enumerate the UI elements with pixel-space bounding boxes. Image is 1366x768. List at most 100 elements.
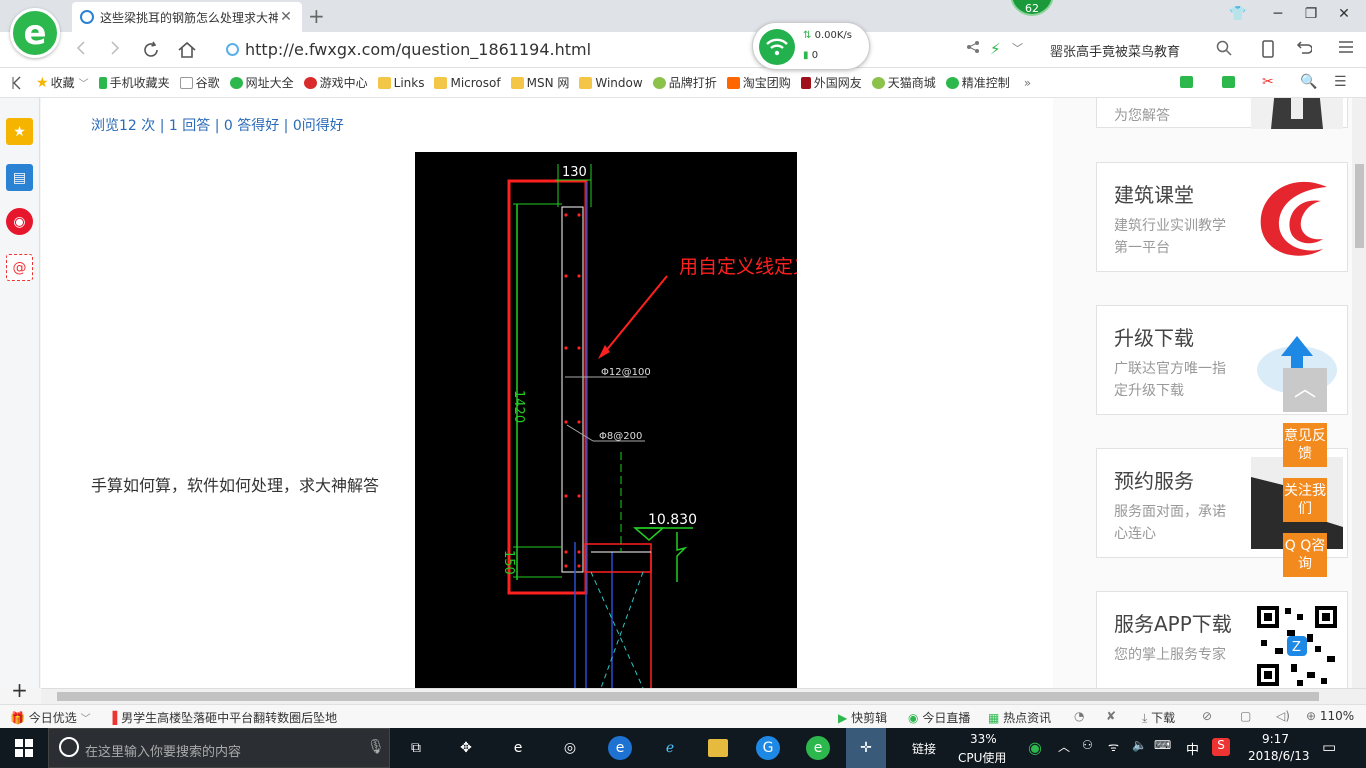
live-icon: ◉ [908, 711, 919, 725]
site-favicon-icon [80, 10, 94, 24]
cyclone-app-icon[interactable]: ◎ [558, 736, 582, 760]
signal-icon[interactable]: ᯤ [1108, 738, 1119, 755]
glodon-app-icon[interactable]: G [756, 736, 780, 760]
live[interactable]: ◉ 今日直播 [908, 709, 970, 726]
bookmark-microsoft[interactable]: Microsof [434, 76, 501, 90]
download-button[interactable]: ⤓ 下载 [1142, 709, 1175, 726]
undo-icon[interactable] [1294, 40, 1313, 60]
phone-icon[interactable] [1262, 40, 1274, 62]
close-window-button[interactable]: ✕ [1332, 6, 1356, 22]
ad-card-classroom[interactable]: 建筑课堂 建筑行业实训教学第一平台 [1096, 162, 1348, 272]
clock-date[interactable]: 2018/6/13 [1248, 749, 1310, 763]
network-icon[interactable]: ⚇ [1082, 738, 1093, 752]
url-field[interactable]: http://e.fwxgx.com/question_1861194.html [226, 40, 591, 59]
bookmark-taobao[interactable]: 淘宝团购 [726, 74, 791, 91]
link-label[interactable]: 链接 [912, 740, 936, 757]
bookmark-links[interactable]: Links [377, 76, 424, 90]
chevron-up-icon[interactable]: ︿ [1058, 738, 1070, 755]
bookmark-brand[interactable]: 品牌打折 [652, 74, 717, 91]
bookmark-games[interactable]: 游戏中心 [303, 74, 368, 91]
news-ticker[interactable]: ▐ 男学生高楼坠落砸中平台翻转数圈后坠地 [108, 709, 337, 726]
bookmark-toggle-icon[interactable] [12, 76, 22, 90]
bookmark-msn[interactable]: MSN 网 [510, 74, 569, 91]
horizontal-scroll-thumb[interactable] [57, 692, 1319, 701]
start-windows-icon[interactable] [12, 736, 36, 760]
bookmarks-more[interactable]: » [1024, 76, 1031, 90]
taskbar-search-input[interactable]: 在这里输入你要搜索的内容 🎙 [48, 728, 390, 768]
task-view-icon[interactable]: ⧉ [404, 736, 428, 760]
today-picks[interactable]: 🎁 今日优选 ﹀ [10, 709, 91, 726]
ad-card-help[interactable]: 为您解答 [1096, 98, 1348, 129]
browser-360-icon[interactable]: e [806, 736, 830, 760]
pinwheel-app-icon[interactable]: ✥ [454, 736, 478, 760]
new-tab-button[interactable]: + [308, 4, 325, 28]
magnifier-icon[interactable]: 🔍 [1300, 74, 1317, 90]
bookmark-windows[interactable]: Window [579, 76, 643, 90]
browser-e-icon[interactable]: e [506, 736, 530, 760]
share-icon[interactable] [966, 40, 980, 58]
back-button[interactable] [70, 40, 92, 61]
bookmark-foreign[interactable]: 外国网友 [800, 74, 862, 91]
qq-consult-button[interactable]: Q Q咨询 [1283, 533, 1327, 577]
tab-question[interactable]: 这些梁挑耳的钢筋怎么处理求大神 ✕ [72, 2, 302, 32]
ie-icon[interactable]: ℯ [658, 736, 682, 760]
grid-menu-icon[interactable]: ☰ [1334, 74, 1347, 90]
ime-indicator[interactable]: 中 [1186, 739, 1199, 758]
bookmark-tmall[interactable]: 天猫商城 [871, 74, 936, 91]
feedback-button[interactable]: 意见反馈 [1283, 423, 1327, 467]
clean-icon[interactable]: ⊘ [1202, 709, 1212, 723]
search-icon[interactable] [1216, 40, 1232, 60]
speaker-icon[interactable]: 🔈 [1132, 738, 1147, 752]
notification-badge[interactable]: 62 [1010, 0, 1054, 16]
bookmark-nav[interactable]: 网址大全 [229, 74, 294, 91]
vertical-scrollbar[interactable] [1352, 98, 1366, 688]
ad-card-app[interactable]: 服务APP下载 您的掌上服务专家 Z [1096, 591, 1348, 688]
weibo-icon[interactable]: ◉ [6, 208, 33, 235]
keyboard-icon[interactable]: ⌨ [1154, 738, 1171, 752]
reader-icon[interactable]: ▤ [6, 164, 33, 191]
zoom-level[interactable]: ⊕ 110% [1306, 709, 1354, 723]
email-icon[interactable]: @ [6, 254, 33, 281]
shield-icon[interactable] [1180, 76, 1196, 88]
horizontal-scrollbar[interactable] [41, 688, 1366, 704]
wifi-tray-icon[interactable]: ◉ [1028, 738, 1042, 757]
speed-icon[interactable]: ◔ [1074, 709, 1084, 723]
edge-icon[interactable]: e [608, 736, 632, 760]
restore-button[interactable]: ❐ [1299, 6, 1323, 22]
notification-center-icon[interactable]: ▭ [1322, 738, 1336, 756]
follow-button[interactable]: 关注我们 [1283, 478, 1327, 522]
browser-logo-icon[interactable]: e [10, 8, 60, 58]
wifi-widget[interactable]: ⇅ 0.00K/s ▮ 0 [752, 22, 870, 70]
lightning-icon[interactable]: ⚡ [990, 40, 1001, 58]
bookmark-mobile[interactable]: 手机收藏夹 [98, 74, 170, 91]
quick-edit[interactable]: ▶ 快剪辑 [838, 709, 887, 726]
volume-icon[interactable]: ◁) [1276, 709, 1290, 723]
vertical-scroll-thumb[interactable] [1355, 164, 1364, 248]
bookmark-favorites[interactable]: ★ 收藏 ﹀ [36, 74, 89, 91]
file-explorer-icon[interactable] [708, 739, 728, 757]
skin-icon[interactable]: 👕 [1226, 6, 1250, 22]
chevron-down-icon[interactable]: ﹀ [1012, 40, 1023, 56]
tools-icon[interactable]: ✘ [1106, 709, 1116, 723]
question-stats[interactable]: 浏览12 次 | 1 回答 | 0 答得好 | 0问得好 [91, 115, 344, 135]
minimize-button[interactable]: ─ [1266, 6, 1290, 22]
refresh-button[interactable] [140, 40, 162, 65]
translate-icon[interactable] [1222, 76, 1238, 88]
sogou-ime-icon[interactable]: S [1212, 738, 1230, 756]
clock-time[interactable]: 9:17 [1262, 732, 1289, 746]
active-app-icon[interactable]: ✛ [846, 728, 886, 768]
home-button[interactable] [176, 40, 198, 65]
menu-icon[interactable] [1338, 40, 1354, 58]
forward-button[interactable] [104, 40, 126, 61]
back-to-top-button[interactable]: ︿ [1283, 368, 1327, 412]
play-icon: ▶ [838, 711, 848, 725]
search-input[interactable]: 罂张高手竟被菜鸟教育 [1050, 41, 1180, 60]
hot-news[interactable]: ▦ 热点资讯 [988, 709, 1051, 726]
favorites-star-icon[interactable]: ★ [6, 118, 33, 145]
add-icon[interactable]: + [6, 676, 33, 703]
bookmark-control[interactable]: 精准控制 [945, 74, 1010, 91]
window-icon[interactable]: ▢ [1240, 709, 1251, 723]
bookmark-google[interactable]: 谷歌 [179, 74, 220, 91]
close-tab-icon[interactable]: ✕ [278, 9, 294, 25]
scissors-icon[interactable]: ✂ [1262, 74, 1274, 90]
